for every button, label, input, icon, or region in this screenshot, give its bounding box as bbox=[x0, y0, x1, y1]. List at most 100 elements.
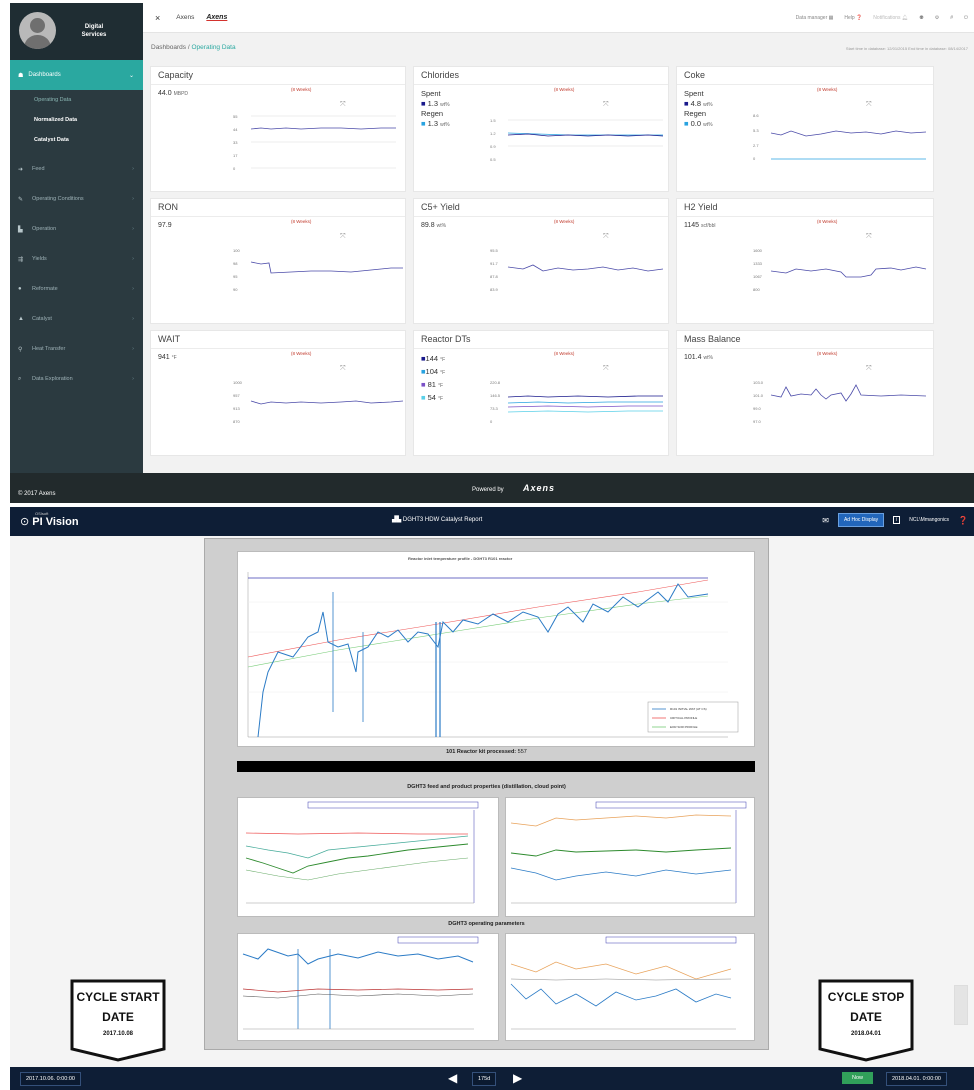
feed-properties-chart-right bbox=[505, 797, 755, 917]
sidebar-item-data-exploration[interactable]: ⌕ Data Exploration › bbox=[10, 364, 143, 394]
expand-icon[interactable]: ⤧ bbox=[603, 233, 609, 241]
report-page: Reactor inlet temperature profile - DGHT… bbox=[204, 538, 769, 1050]
cycle-start-date-label: DATE bbox=[102, 1010, 134, 1024]
drop-icon: ● bbox=[18, 286, 22, 292]
sidebar-subitem-normalized-data[interactable]: Normalized Data bbox=[10, 110, 143, 130]
tab-axens[interactable]: Axens bbox=[176, 14, 194, 21]
factory-icon: ▙ bbox=[18, 226, 23, 233]
chevron-right-icon: › bbox=[132, 286, 134, 292]
product-plot bbox=[510, 801, 747, 904]
help-icon: ❓ bbox=[856, 15, 863, 21]
reactor-kit-label: 101 Reactor kit processed: 557 bbox=[446, 749, 527, 755]
expand-icon[interactable]: ⤧ bbox=[866, 101, 872, 109]
sidebar-item-operation[interactable]: ▙ Operation › bbox=[10, 214, 143, 244]
sparkline-chart: 1.5 1.2 0.9 0.5 bbox=[490, 118, 664, 162]
sparkline-chart: 55 44 33 17 0 bbox=[233, 114, 396, 171]
svg-text:1333: 1333 bbox=[753, 261, 763, 266]
sidebar-item-feed[interactable]: ➜ Feed › bbox=[10, 154, 143, 184]
table-icon: ▦ bbox=[828, 15, 834, 21]
svg-text:73.3: 73.3 bbox=[490, 406, 499, 411]
user-name[interactable]: NCL\Mmangonics bbox=[909, 517, 949, 523]
sidebar-item-yields[interactable]: ⇶ Yields › bbox=[10, 244, 143, 274]
expand-icon[interactable]: ⤧ bbox=[340, 365, 346, 373]
expand-icon[interactable]: ⤧ bbox=[340, 101, 346, 109]
reactor-temperature-chart: Reactor inlet temperature profile - DGHT… bbox=[237, 551, 755, 747]
notifications-button[interactable]: Notifications 🔔︎ bbox=[873, 15, 908, 21]
now-button[interactable]: Now bbox=[842, 1072, 874, 1084]
axens-footer-logo: Axens bbox=[523, 483, 556, 493]
sparkline-chart: 103.0 101.0 99.0 97.0 bbox=[753, 380, 927, 424]
back-arrow-icon[interactable]: ◀ bbox=[448, 1071, 457, 1085]
pi-vision-header: OSIsoft ⊙ PI Vision ▟▙ DGHT3 HDW Catalyst… bbox=[10, 507, 974, 536]
pi-vision-logo[interactable]: OSIsoft ⊙ PI Vision bbox=[20, 511, 79, 528]
regen-label: Regen bbox=[421, 109, 444, 118]
duration-input[interactable]: 175d bbox=[472, 1072, 497, 1086]
user-icon[interactable]: ⚉ bbox=[919, 15, 923, 21]
card-h2-yield: H2 Yield 1145 scf/bbl (8 Weeks) ⤧ 1600 13… bbox=[676, 198, 934, 324]
data-manager-button[interactable]: Data manager ▦ bbox=[796, 15, 834, 21]
sidebar-item-catalyst[interactable]: ▲ Catalyst › bbox=[10, 304, 143, 334]
help-label: Help bbox=[844, 15, 855, 21]
svg-text:5.3: 5.3 bbox=[753, 128, 759, 133]
period-label: (8 Weeks) bbox=[291, 351, 312, 356]
expand-icon[interactable]: ⤧ bbox=[603, 365, 609, 373]
sidebar-item-label: Yields bbox=[32, 256, 47, 262]
sidebar: Digital Services ☗ Dashboards ⌄ Operatin… bbox=[10, 3, 143, 503]
card-title: RON bbox=[158, 202, 178, 212]
card-value: 97.9 bbox=[158, 222, 172, 229]
end-time-input[interactable]: 2018.04.01. 0:00:00 bbox=[886, 1072, 947, 1086]
yields-icon: ⇶ bbox=[18, 256, 24, 263]
svg-text:1.2: 1.2 bbox=[490, 131, 496, 136]
feed-properties-chart-left bbox=[237, 797, 499, 917]
expand-icon[interactable]: ⤧ bbox=[866, 233, 872, 241]
avatar[interactable] bbox=[19, 12, 56, 49]
svg-text:146.5: 146.5 bbox=[490, 393, 501, 398]
feed-icon: ➜ bbox=[18, 166, 24, 173]
info-icon[interactable]: i bbox=[893, 516, 901, 524]
spent-label: Spent bbox=[684, 89, 704, 98]
svg-text:17: 17 bbox=[233, 153, 238, 158]
mail-icon[interactable]: ✉ bbox=[822, 516, 829, 525]
card-chlorides: Chlorides Spent ■ 1.3 wt% Regen ■ 1.3 wt… bbox=[413, 66, 669, 192]
search-icon: ⌕ bbox=[18, 375, 22, 382]
regen-value: ■ 1.3 wt% bbox=[421, 119, 450, 128]
card-mass-balance: Mass Balance 101.4 wt% (8 Weeks) ⤧ 103.0… bbox=[676, 330, 934, 456]
sidebar-subitem-operating-data[interactable]: Operating Data bbox=[10, 90, 143, 110]
breadcrumb-root[interactable]: Dashboards bbox=[151, 44, 186, 51]
close-icon[interactable]: × bbox=[155, 13, 160, 23]
sidebar-subitem-catalyst-data[interactable]: Catalyst Data bbox=[10, 130, 143, 150]
svg-text:103.0: 103.0 bbox=[753, 380, 764, 385]
copyright: © 2017 Axens bbox=[18, 491, 56, 497]
cycle-stop-title: CYCLE STOP bbox=[827, 990, 905, 1004]
forward-arrow-icon[interactable]: ▶ bbox=[513, 1071, 522, 1085]
period-label: (8 Weeks) bbox=[817, 219, 838, 224]
card-ron: RON 97.9 (8 Weeks) ⤧ 100 98 95 90 bbox=[150, 198, 406, 324]
sidebar-item-heat-transfer[interactable]: ⚲ Heat Transfer › bbox=[10, 334, 143, 364]
power-icon[interactable]: ⏻ bbox=[964, 15, 968, 21]
zoom-controls[interactable] bbox=[954, 985, 968, 1025]
sidebar-item-operating-conditions[interactable]: ✎ Operating Conditions › bbox=[10, 184, 143, 214]
sidebar-item-reformate[interactable]: ● Reformate › bbox=[10, 274, 143, 304]
start-time-input[interactable]: 2017.10.06. 0:00:00 bbox=[20, 1072, 81, 1086]
sparkline-chart: 100 98 95 90 bbox=[233, 248, 403, 292]
svg-text:957: 957 bbox=[233, 393, 240, 398]
chevron-down-icon: ⌄ bbox=[128, 72, 134, 79]
cycle-stop-sign: CYCLE STOP DATE 2018.04.01 bbox=[818, 979, 914, 1062]
database-time-range: Start time in database: 12/01/2015 End t… bbox=[845, 46, 968, 51]
chevron-right-icon: › bbox=[132, 166, 134, 172]
dashboard-icon: ☗ bbox=[18, 72, 24, 79]
cycle-stop-date: 2018.04.01 bbox=[850, 1031, 882, 1037]
expand-icon[interactable]: ⤧ bbox=[866, 365, 872, 373]
svg-text:98: 98 bbox=[233, 261, 238, 266]
expand-icon[interactable]: ⤧ bbox=[340, 233, 346, 241]
help-button[interactable]: Help ❓ bbox=[844, 15, 862, 21]
sidebar-item-dashboards[interactable]: ☗ Dashboards ⌄ bbox=[10, 60, 143, 90]
ad-hoc-display-button[interactable]: Ad Hoc Display bbox=[837, 513, 885, 527]
help-icon[interactable]: ❓ bbox=[958, 516, 968, 525]
gear-icon[interactable]: ⚙ bbox=[935, 15, 939, 21]
card-title: Mass Balance bbox=[684, 334, 741, 344]
pi-vision-display: OSIsoft ⊙ PI Vision ▟▙ DGHT3 HDW Catalyst… bbox=[10, 507, 974, 1090]
card-capacity: Capacity 44.0 MBPD (8 Weeks) ⤧ 55 44 33 17 0 bbox=[150, 66, 406, 192]
hash-icon[interactable]: # bbox=[950, 15, 953, 21]
expand-icon[interactable]: ⤧ bbox=[603, 101, 609, 109]
